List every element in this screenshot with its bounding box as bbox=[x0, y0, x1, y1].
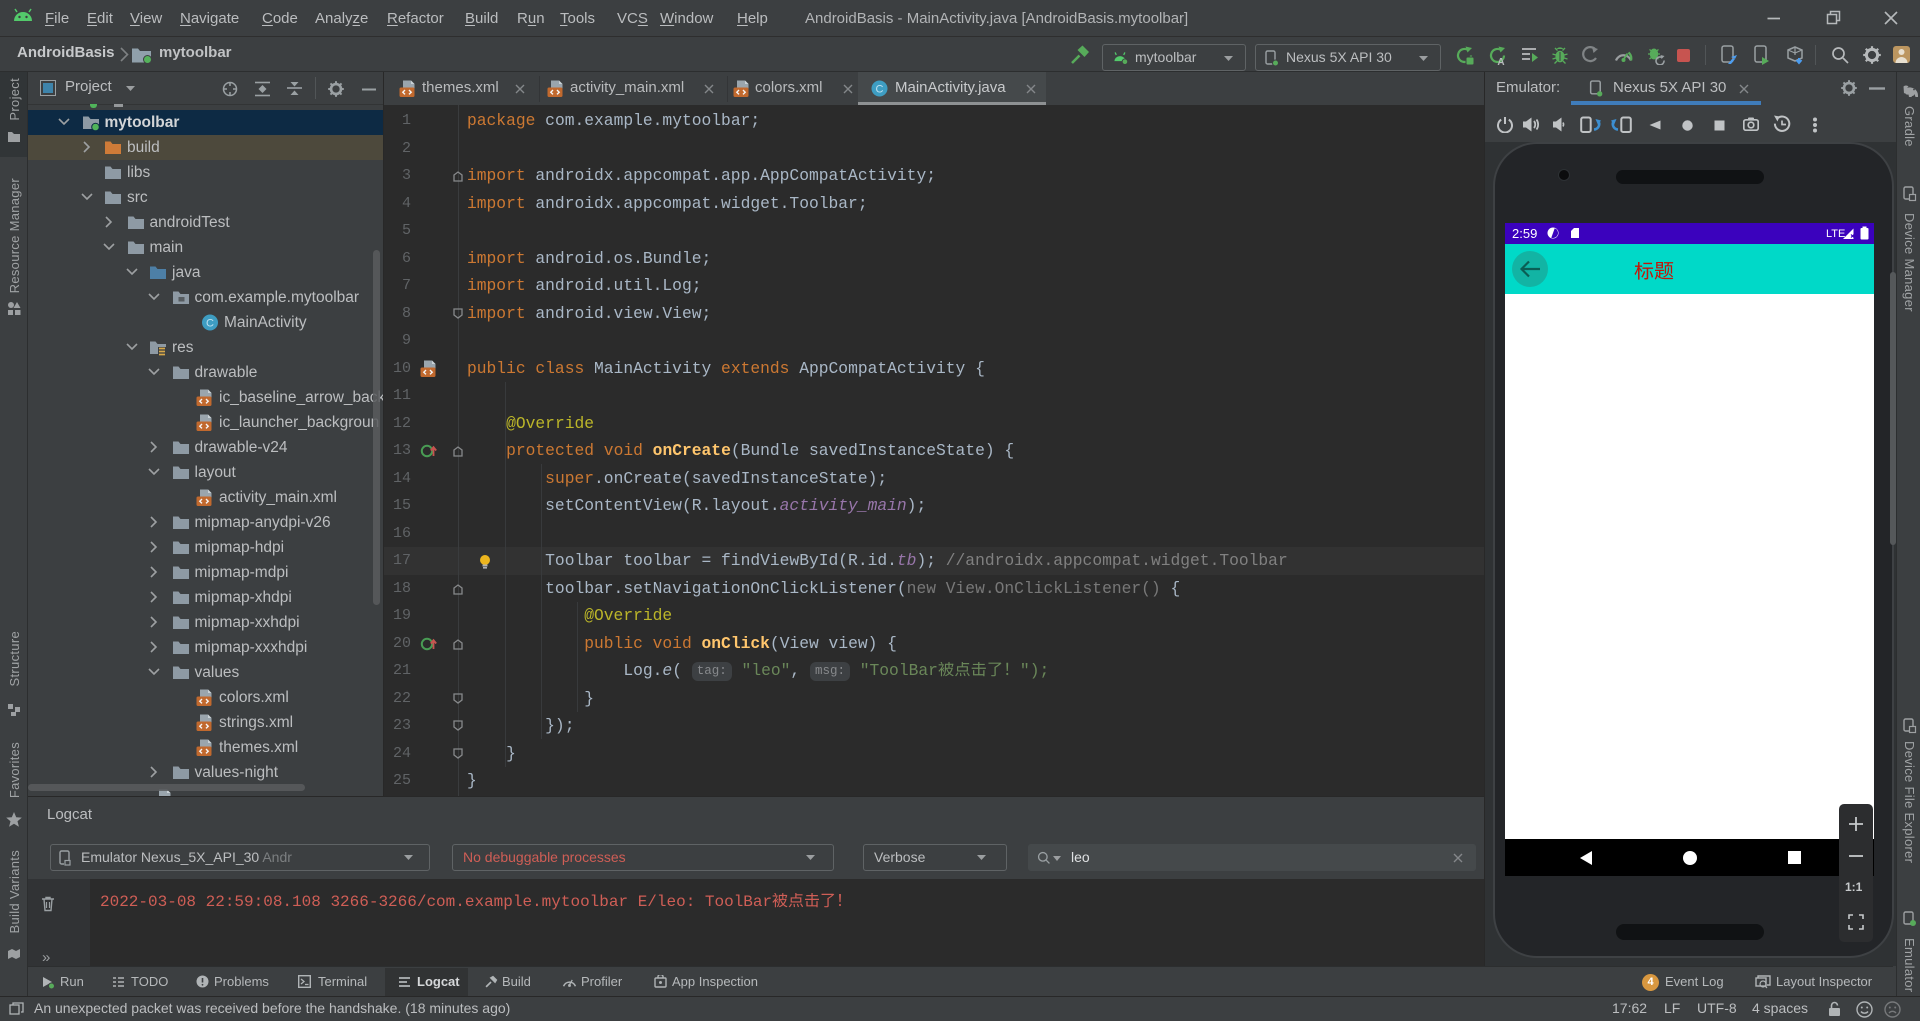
svg-text:A: A bbox=[1497, 57, 1504, 65]
svg-text:C: C bbox=[876, 84, 884, 96]
svg-text:C: C bbox=[206, 318, 214, 330]
